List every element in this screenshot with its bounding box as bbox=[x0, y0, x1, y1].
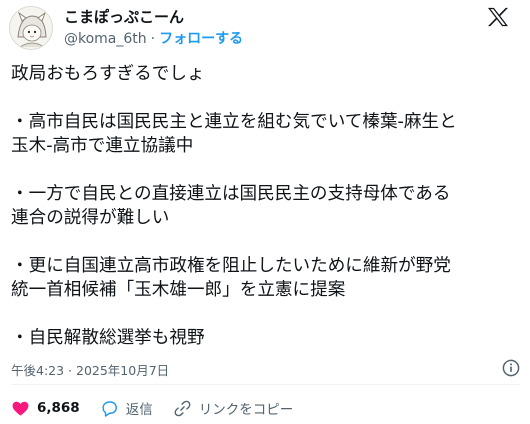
tweet-line: 統一首相候補「玉木雄一郎」を立憲に提案 bbox=[11, 280, 346, 300]
reply-icon bbox=[102, 400, 117, 417]
copy-link-button[interactable]: リンクをコピー bbox=[173, 398, 294, 418]
tweet-line bbox=[11, 86, 521, 110]
tweet-line bbox=[11, 302, 521, 326]
timestamp[interactable]: 午後4:23 · 2025年10月7日 bbox=[11, 360, 169, 379]
separator: · bbox=[150, 31, 156, 47]
handle[interactable]: @koma_6th bbox=[64, 31, 147, 47]
tweet-line: ・更に自国連立高市政権を阻止したいために維新が野党 bbox=[11, 256, 451, 276]
copy-link-label: リンクをコピー bbox=[198, 402, 294, 418]
tweet-line bbox=[11, 230, 521, 254]
link-icon bbox=[174, 400, 191, 416]
display-name[interactable]: こまぽっぷこーん bbox=[64, 6, 184, 27]
tweet-line: 連合の説得が難しい bbox=[11, 208, 170, 228]
tweet-line: 玉木-高市で連立協議中 bbox=[11, 136, 194, 156]
tweet-line: ・自民解散総選挙も視野 bbox=[11, 328, 205, 348]
action-bar: 6,868 返信 リンクをコピー bbox=[11, 397, 313, 419]
follow-button[interactable]: フォローする bbox=[159, 31, 243, 47]
tweet-line: 政局おもろすぎるでしょ bbox=[11, 64, 205, 84]
handle-row: @koma_6th · フォローする bbox=[64, 28, 243, 48]
tweet-line bbox=[11, 158, 521, 182]
tweet-line: ・一方で自民との直接連立は国民民主の支持母体である bbox=[11, 184, 451, 204]
x-logo-icon[interactable] bbox=[487, 7, 509, 27]
reply-label: 返信 bbox=[125, 402, 153, 418]
tweet-text: 政局おもろすぎるでしょ ・高市自民は国民民主と連立を組む気でいて榛葉-麻生と 玉… bbox=[11, 62, 521, 350]
tweet-line: ・高市自民は国民民主と連立を組む気でいて榛葉-麻生と bbox=[11, 112, 457, 132]
reply-button[interactable]: 返信 bbox=[100, 398, 153, 418]
like-button[interactable]: 6,868 bbox=[11, 399, 80, 418]
heart-icon bbox=[12, 401, 29, 416]
divider bbox=[11, 384, 520, 385]
avatar-illustration bbox=[10, 7, 52, 49]
like-count: 6,868 bbox=[37, 400, 80, 416]
avatar[interactable] bbox=[9, 6, 53, 50]
info-icon[interactable] bbox=[502, 359, 520, 377]
